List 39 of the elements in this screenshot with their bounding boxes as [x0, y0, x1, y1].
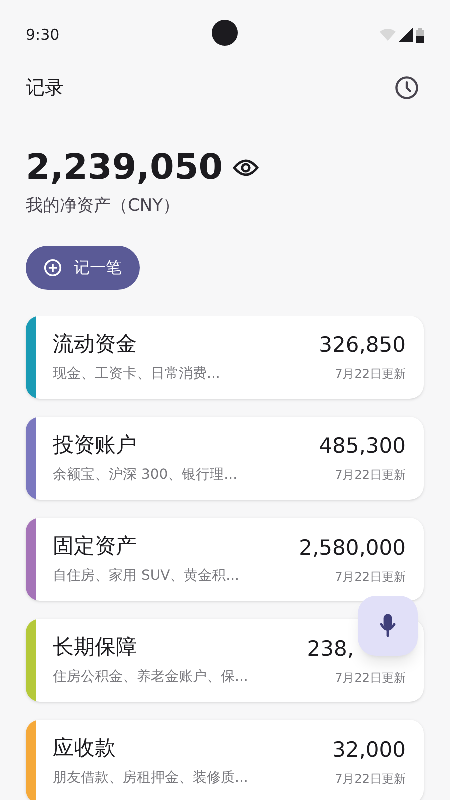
net-worth-label: 我的净资产（CNY）: [26, 195, 181, 218]
update-date: 7月22日更新: [335, 770, 406, 788]
eye-icon[interactable]: [233, 159, 260, 177]
account-amount: 2,580,000: [299, 534, 406, 562]
account-card[interactable]: 应收款 朋友借款、房租押金、装修质... 32,000 7月22日更新: [26, 720, 424, 800]
battery-icon: [416, 28, 424, 42]
camera-cutout: [212, 20, 238, 46]
microphone-icon: [379, 614, 397, 638]
wifi-icon: [380, 29, 396, 41]
account-card[interactable]: 投资账户 余额宝、沪深 300、银行理... 485,300 7月22日更新: [26, 416, 424, 500]
history-icon[interactable]: [394, 75, 420, 101]
account-amount: 32,000: [332, 736, 406, 764]
account-detail: 朋友借款、房租押金、装修质...: [53, 769, 250, 788]
account-detail: 住房公积金、养老金账户、保...: [53, 668, 250, 688]
add-record-button[interactable]: 记一笔: [26, 246, 140, 290]
account-amount: 238,: [307, 636, 354, 663]
update-date: 7月22日更新: [335, 467, 406, 484]
account-card[interactable]: 固定资产 自住房、家用 SUV、黄金积... 2,580,000 7月22日更新: [26, 518, 424, 602]
account-name: 应收款: [53, 735, 117, 762]
account-amount: 485,300: [319, 433, 406, 460]
account-name: 流动资金: [53, 330, 138, 358]
account-detail: 余额宝、沪深 300、银行理...: [53, 466, 239, 485]
account-card[interactable]: 长期保障 住房公积金、养老金账户、保... 238, 7月22日更新: [26, 619, 424, 702]
plus-circle-icon: [44, 258, 62, 276]
page-title: 记录: [26, 76, 64, 101]
update-date: 7月22日更新: [335, 568, 406, 586]
account-name: 投资账户: [53, 432, 138, 459]
account-name: 固定资产: [53, 533, 138, 560]
update-date: 7月22日更新: [335, 366, 406, 384]
signal-icon: [399, 28, 413, 42]
net-worth-amount: 2,239,050: [26, 147, 224, 190]
account-detail: 自住房、家用 SUV、黄金积...: [53, 567, 241, 586]
update-date: 7月22日更新: [335, 670, 406, 687]
account-card[interactable]: 流动资金 现金、工资卡、日常消费... 326,850 7月22日更新: [26, 316, 424, 399]
account-name: 长期保障: [53, 634, 138, 662]
microphone-button[interactable]: [358, 596, 418, 656]
status-time: 9:30: [26, 24, 60, 46]
account-amount: 326,850: [319, 332, 406, 360]
account-detail: 现金、工资卡、日常消费...: [53, 364, 222, 384]
